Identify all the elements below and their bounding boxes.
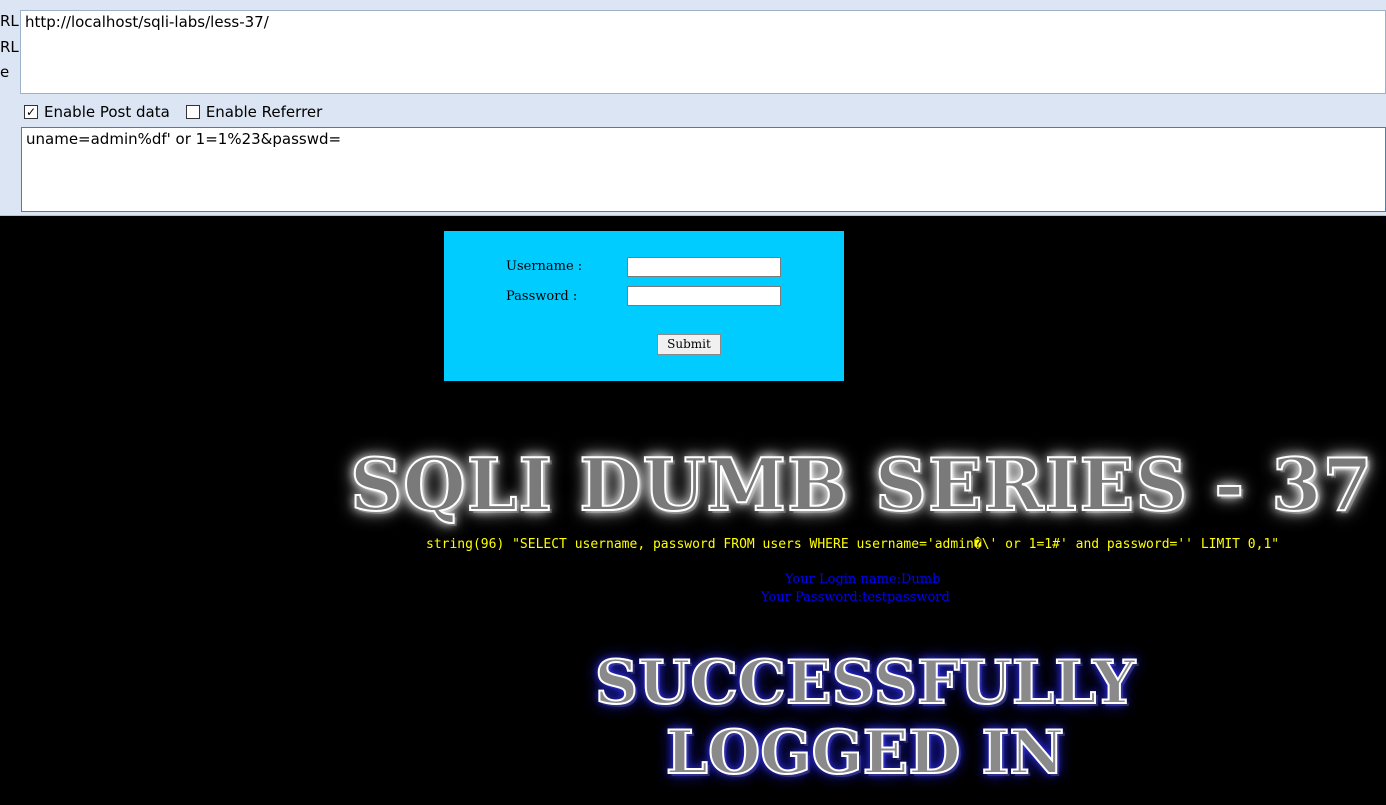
password-text: Your Password:testpassword <box>761 590 950 605</box>
side-label-3[interactable]: e <box>0 63 9 81</box>
post-data-input[interactable]: uname=admin%df' or 1=1%23&passwd= <box>21 127 1386 212</box>
submit-button[interactable]: Submit <box>657 334 721 355</box>
password-label: Password : <box>506 289 578 304</box>
enable-referrer-label: Enable Referrer <box>205 103 323 121</box>
success-line-2: LOGGED IN <box>665 717 1066 789</box>
success-banner: SUCCESSFULLY LOGGED IN <box>560 647 1170 789</box>
success-line-1: SUCCESSFULLY <box>594 647 1137 719</box>
hackbar-toolbar: RL RL e http://localhost/sqli-labs/less-… <box>0 0 1386 216</box>
login-form: Username : Password : Submit <box>444 231 844 381</box>
login-name-text: Your Login name:Dumb <box>785 572 941 587</box>
username-label: Username : <box>506 259 583 274</box>
enable-post-checkbox[interactable]: ✓ <box>24 105 38 119</box>
side-label-1[interactable]: RL <box>0 12 19 30</box>
page-title: SQLI DUMB SERIES - 37 <box>349 441 1374 528</box>
enable-post-label: Enable Post data <box>44 103 170 121</box>
password-input[interactable] <box>627 286 781 306</box>
enable-referrer-checkbox[interactable] <box>185 105 200 119</box>
side-label-2[interactable]: RL <box>0 38 19 56</box>
enable-referrer-option[interactable]: Enable Referrer <box>185 103 323 121</box>
enable-post-option[interactable]: ✓ Enable Post data <box>24 103 170 121</box>
options-row: ✓ Enable Post data Enable Referrer <box>24 101 338 123</box>
url-input[interactable]: http://localhost/sqli-labs/less-37/ <box>20 10 1386 94</box>
sql-query-dump: string(96) "SELECT username, password FR… <box>426 537 1280 552</box>
username-input[interactable] <box>627 257 781 277</box>
